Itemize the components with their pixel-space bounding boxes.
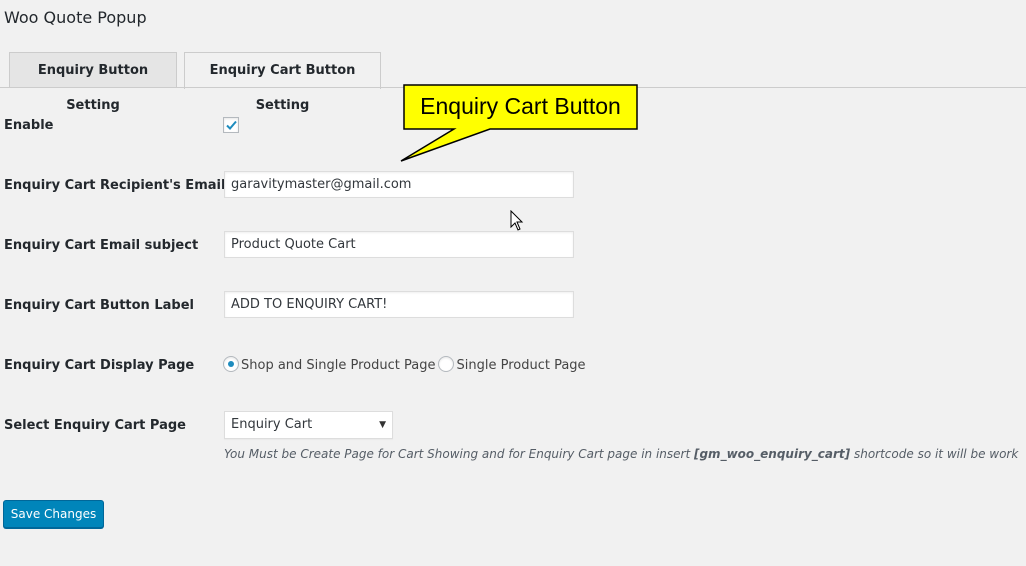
button-label-label: Enquiry Cart Button Label [4, 298, 194, 313]
tab-enquiry-cart-button-setting[interactable]: Enquiry Cart Button Setting [184, 52, 381, 113]
cart-page-description: You Must be Create Page for Cart Showing… [224, 447, 1018, 461]
dropdown-arrow-icon: ▼ [379, 420, 386, 430]
display-page-radio-group: Shop and Single Product Page Single Produ… [223, 356, 589, 374]
email-subject-label: Enquiry Cart Email subject [4, 238, 199, 253]
save-changes-button[interactable]: Save Changes [3, 500, 104, 528]
tab-enquiry-button-setting[interactable]: Enquiry Button Setting [9, 52, 177, 113]
email-subject-input[interactable] [224, 231, 574, 258]
button-label-input[interactable] [224, 291, 574, 318]
radio-single-product[interactable] [438, 356, 455, 372]
enable-checkbox[interactable] [223, 117, 239, 133]
display-page-label: Enquiry Cart Display Page [4, 358, 195, 373]
description-text-end: shortcode so it will be work [850, 447, 1019, 461]
callout-annotation: Enquiry Cart Button [398, 84, 640, 164]
recipient-email-label: Enquiry Cart Recipient's Email [4, 178, 226, 193]
checkmark-icon [226, 120, 237, 130]
callout-text: Enquiry Cart Button [420, 93, 621, 119]
recipient-email-input[interactable] [224, 171, 574, 198]
description-text: You Must be Create Page for Cart Showing… [224, 447, 694, 461]
radio-single-product-label[interactable]: Single Product Page [456, 358, 585, 373]
enable-label: Enable [4, 118, 54, 133]
radio-shop-and-single[interactable] [223, 356, 239, 372]
cart-page-selected-value: Enquiry Cart [231, 417, 313, 432]
cart-page-label: Select Enquiry Cart Page [4, 418, 186, 433]
radio-shop-and-single-label[interactable]: Shop and Single Product Page [241, 358, 435, 373]
cart-page-select[interactable]: Enquiry Cart ▼ [224, 411, 393, 439]
page-title: Woo Quote Popup [4, 8, 147, 27]
description-shortcode: [gm_woo_enquiry_cart] [693, 447, 851, 461]
mouse-cursor-icon [510, 210, 524, 231]
